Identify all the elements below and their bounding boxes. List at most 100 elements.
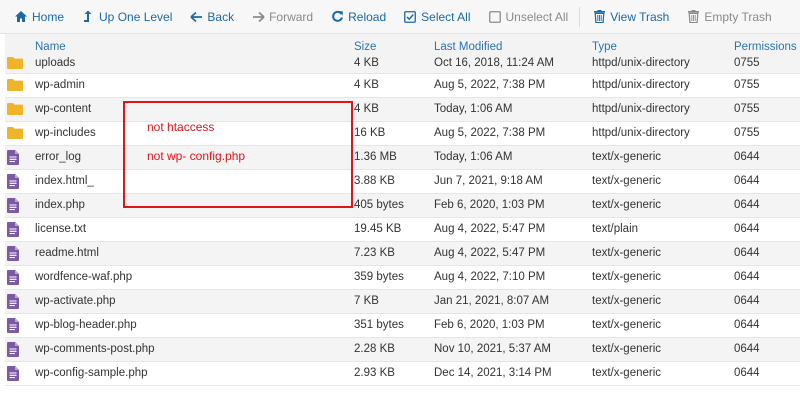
file-name[interactable]: wp-comments-post.php	[35, 343, 155, 355]
select-all-label: Select All	[421, 9, 471, 24]
forward-label: Forward	[269, 9, 314, 24]
column-header-type[interactable]: Type	[592, 41, 617, 53]
file-permissions: 0755	[734, 103, 760, 115]
column-header-last-modified[interactable]: Last Modified	[434, 41, 502, 53]
file-type: text/x-generic	[592, 247, 662, 259]
file-name[interactable]: uploads	[35, 57, 75, 69]
file-type: text/x-generic	[592, 367, 662, 379]
empty-trash-label: Empty Trash	[704, 9, 772, 24]
file-size: 4 KB	[354, 79, 379, 91]
file-type: text/x-generic	[592, 343, 662, 355]
file-size: 2.28 KB	[354, 343, 395, 355]
table-row[interactable]: wp-admin 4 KB Aug 5, 2022, 7:38 PM httpd/un…	[5, 74, 800, 98]
file-last-modified: Today, 1:06 AM	[434, 103, 513, 115]
file-type: httpd/unix-directory	[592, 79, 690, 91]
file-last-modified: Jun 7, 2021, 9:18 AM	[434, 175, 543, 187]
file-table: Name Size Last Modified Type Permissions…	[5, 34, 800, 396]
file-size: 4 KB	[354, 57, 379, 69]
file-last-modified: Nov 10, 2021, 5:37 AM	[434, 343, 551, 355]
file-name[interactable]: index.php	[35, 199, 85, 211]
file-permissions: 0644	[734, 295, 760, 307]
file-icon	[7, 294, 25, 310]
column-header-permissions[interactable]: Permissions	[734, 41, 797, 53]
file-icon	[7, 366, 25, 382]
file-permissions: 0755	[734, 57, 760, 69]
file-name[interactable]: wp-includes	[35, 127, 96, 139]
file-name[interactable]: wp-admin	[35, 79, 85, 91]
file-type: text/x-generic	[592, 295, 662, 307]
file-name[interactable]: error_log	[35, 151, 81, 163]
file-last-modified: Aug 4, 2022, 5:47 PM	[434, 247, 546, 259]
home-button[interactable]: Home	[14, 10, 64, 24]
empty-trash-button[interactable]: Empty Trash	[686, 9, 772, 24]
file-manager-toolbar: Home Up One Level Back Forward Reload Se…	[0, 0, 800, 34]
file-name[interactable]: license.txt	[35, 223, 86, 235]
file-size: 7 KB	[354, 295, 379, 307]
file-last-modified: Oct 16, 2018, 11:24 AM	[434, 57, 554, 69]
table-row[interactable]: wp-blog-header.php 351 bytes Feb 6, 2020, …	[5, 314, 800, 338]
file-permissions: 0644	[734, 247, 760, 259]
reload-label: Reload	[348, 9, 387, 24]
home-icon	[14, 10, 28, 24]
column-header-name[interactable]: Name	[35, 41, 66, 53]
file-size: 405 bytes	[354, 199, 404, 211]
file-icon	[7, 174, 25, 190]
file-name[interactable]: wordfence-waf.php	[35, 271, 132, 283]
file-name[interactable]: wp-blog-header.php	[35, 319, 137, 331]
unselect-all-button[interactable]: Unselect All	[488, 10, 568, 24]
table-row[interactable]: wordfence-waf.php 359 bytes Aug 4, 2022, 7…	[5, 266, 800, 290]
file-last-modified: Today, 1:06 AM	[434, 151, 513, 163]
file-size: 359 bytes	[354, 271, 404, 283]
file-permissions: 0644	[734, 151, 760, 163]
view-trash-button[interactable]: View Trash	[592, 10, 669, 24]
forward-button[interactable]: Forward	[251, 10, 313, 24]
file-icon	[7, 198, 25, 214]
file-type: text/x-generic	[592, 319, 662, 331]
file-permissions: 0755	[734, 127, 760, 139]
reload-icon	[330, 10, 344, 24]
file-size: 19.45 KB	[354, 223, 402, 235]
file-size: 1.36 MB	[354, 151, 397, 163]
file-name[interactable]: index.html_	[35, 175, 94, 187]
back-label: Back	[207, 9, 235, 24]
trash-icon	[592, 10, 606, 24]
file-last-modified: Feb 6, 2020, 1:03 PM	[434, 199, 545, 211]
file-name[interactable]: readme.html	[35, 247, 99, 259]
table-row[interactable]: license.txt 19.45 KB Aug 4, 2022, 5:47 PM t…	[5, 218, 800, 242]
file-last-modified: Feb 6, 2020, 1:03 PM	[434, 319, 545, 331]
file-name[interactable]: wp-content	[35, 103, 91, 115]
folder-icon	[7, 78, 25, 94]
column-header-size[interactable]: Size	[354, 41, 376, 53]
file-icon	[7, 318, 25, 334]
table-row[interactable]: wp-activate.php 7 KB Jan 21, 2021, 8:07 AM…	[5, 290, 800, 314]
table-row[interactable]: uploads 4 KB Oct 16, 2018, 11:24 AM httpd/u…	[5, 57, 800, 74]
table-row[interactable]: readme.html 7.23 KB Aug 4, 2022, 5:47 PM te…	[5, 242, 800, 266]
file-icon	[7, 222, 25, 238]
back-button[interactable]: Back	[189, 10, 234, 24]
file-last-modified: Aug 4, 2022, 5:47 PM	[434, 223, 546, 235]
file-type: text/x-generic	[592, 151, 662, 163]
file-name[interactable]: wp-activate.php	[35, 295, 116, 307]
select-all-button[interactable]: Select All	[403, 9, 471, 24]
up-one-level-button[interactable]: Up One Level	[81, 10, 172, 24]
file-icon	[7, 150, 25, 166]
file-type: text/x-generic	[592, 199, 662, 211]
file-permissions: 0644	[734, 367, 760, 379]
file-permissions: 0644	[734, 343, 760, 355]
file-size: 3.88 KB	[354, 175, 395, 187]
file-permissions: 0644	[734, 223, 760, 235]
file-permissions: 0644	[734, 319, 760, 331]
table-row[interactable]: wp-config-sample.php 2.93 KB Dec 14, 2021,…	[5, 362, 800, 386]
file-type: text/x-generic	[592, 175, 662, 187]
reload-button[interactable]: Reload	[330, 10, 386, 24]
file-last-modified: Aug 5, 2022, 7:38 PM	[434, 79, 546, 91]
annotation-note-htaccess: not htaccess	[147, 120, 215, 134]
folder-icon	[7, 102, 25, 118]
level-up-icon	[81, 10, 95, 24]
file-name[interactable]: wp-config-sample.php	[35, 367, 148, 379]
table-row[interactable]: wp-comments-post.php 2.28 KB Nov 10, 2021,…	[5, 338, 800, 362]
file-type: text/plain	[592, 223, 639, 235]
file-size: 2.93 KB	[354, 367, 395, 379]
toolbar-divider	[579, 6, 581, 27]
trash-icon	[686, 10, 700, 24]
